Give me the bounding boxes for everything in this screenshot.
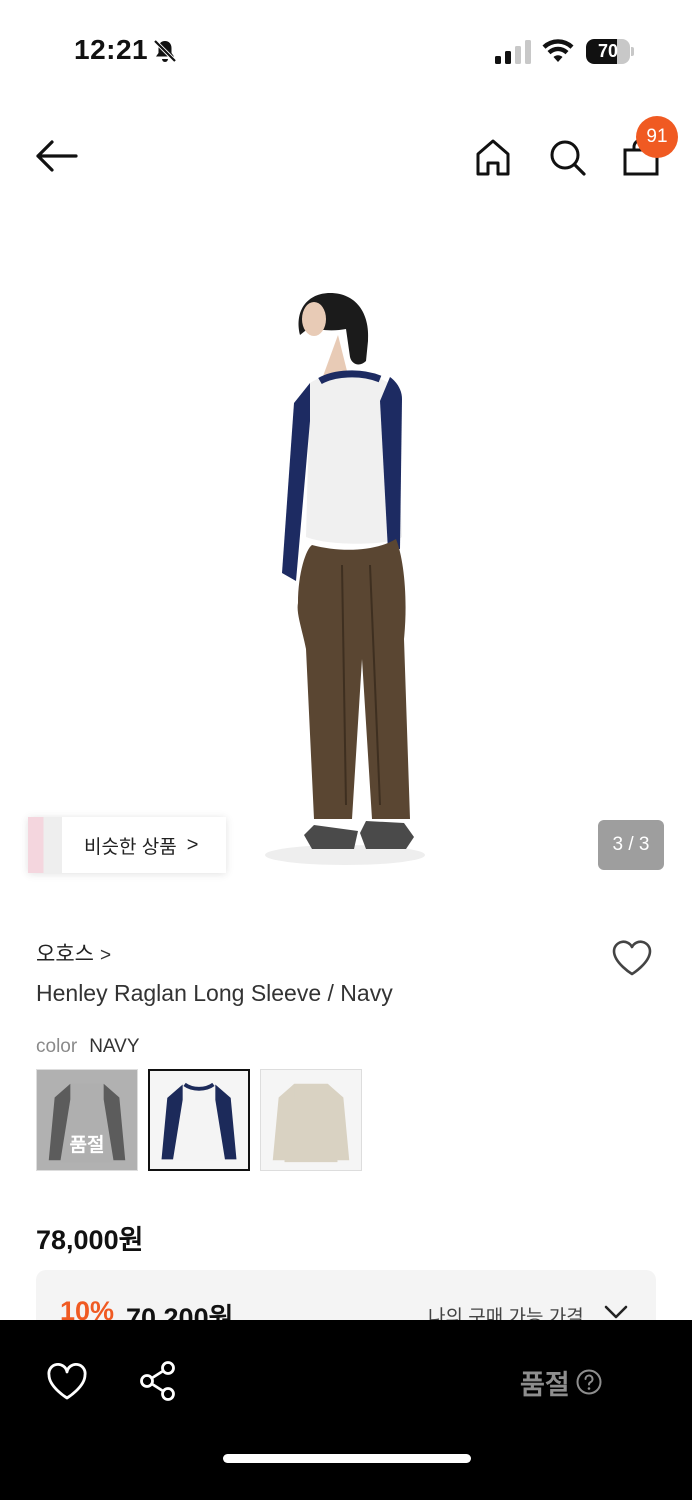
chevron-right-icon: > (99, 945, 112, 966)
status-time: 12:21 (74, 34, 149, 65)
soldout-status-button[interactable]: 품절 (520, 1360, 602, 1404)
color-label: color (36, 1036, 78, 1057)
home-indicator[interactable] (223, 1454, 471, 1463)
bell-slash-icon (153, 39, 177, 63)
similar-products-button[interactable]: 비슷한 상품 > (28, 817, 226, 873)
color-swatch-navy[interactable] (148, 1069, 250, 1171)
battery-indicator: 70 (586, 39, 634, 64)
home-icon[interactable] (472, 136, 514, 178)
like-heart-icon[interactable] (46, 1362, 88, 1402)
color-option-row: color NAVY (36, 1036, 140, 1058)
product-image-gallery[interactable]: 비슷한 상품 > 3 / 3 (0, 205, 692, 910)
chevron-right-icon: > (186, 833, 199, 856)
color-swatch-beige[interactable] (260, 1069, 362, 1171)
wifi-icon (542, 39, 574, 62)
soldout-label: 품절 (520, 1369, 570, 1400)
brand-name: 오호스 (36, 943, 94, 966)
share-icon[interactable] (138, 1360, 178, 1402)
similar-products-label: 비슷한 상품 (84, 836, 177, 858)
status-bar: 12:21 70 (0, 0, 692, 100)
help-question-icon[interactable] (576, 1369, 602, 1395)
soldout-label: 품절 (69, 1135, 105, 1156)
cart-count-badge: 91 (636, 116, 678, 158)
navy-shirt-thumbnail (161, 1082, 237, 1162)
product-model-photo (265, 293, 425, 865)
similar-product-thumbnail (28, 817, 62, 873)
brand-link[interactable]: 오호스 > (36, 938, 111, 968)
color-value: NAVY (89, 1036, 140, 1057)
color-swatch-charcoal[interactable]: 품절 (36, 1069, 138, 1171)
original-price: 78,000원 (36, 1225, 144, 1255)
back-arrow-icon[interactable] (34, 138, 78, 174)
top-navigation: 91 (0, 110, 692, 205)
wishlist-heart-icon[interactable] (610, 936, 654, 978)
product-name: Henley Raglan Long Sleeve / Navy (36, 980, 393, 1006)
beige-shirt-thumbnail (272, 1083, 350, 1163)
image-page-indicator: 3 / 3 (598, 820, 664, 870)
search-icon[interactable] (546, 136, 588, 178)
bottom-action-bar: 품절 (0, 1320, 692, 1500)
battery-level: 70 (597, 41, 619, 61)
cellular-signal-icon (495, 40, 531, 64)
